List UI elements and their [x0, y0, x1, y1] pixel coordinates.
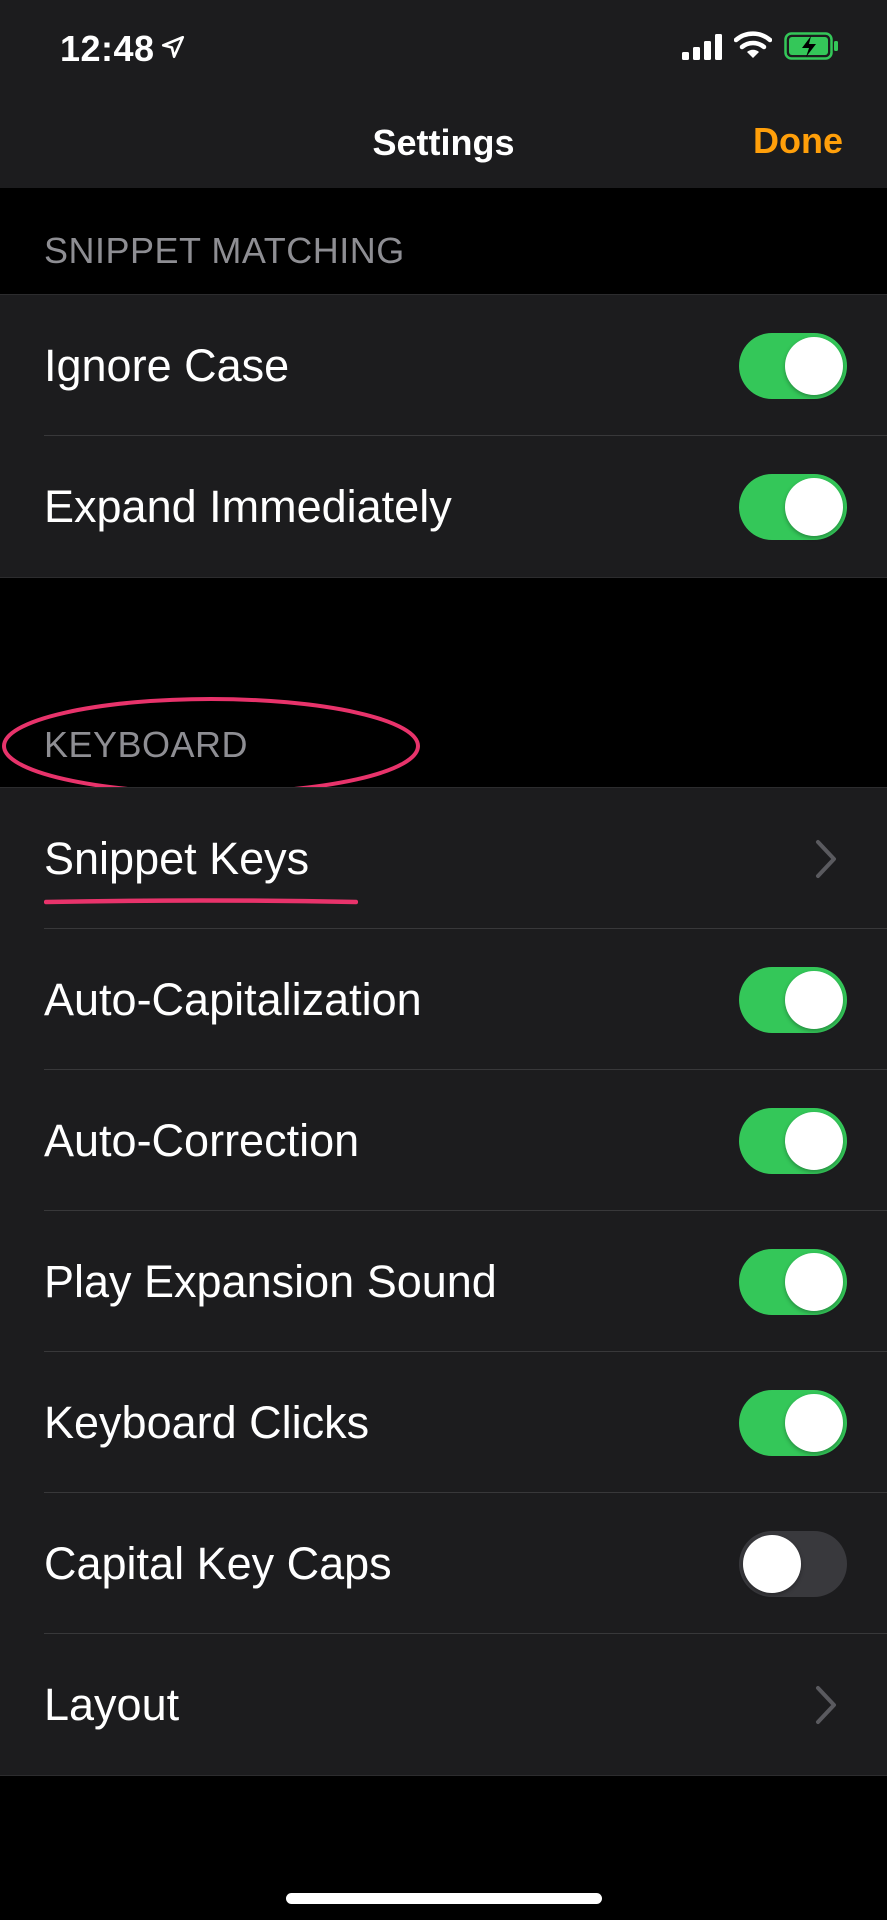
cellular-signal-icon — [682, 34, 722, 60]
toggle-knob — [785, 1111, 843, 1170]
annotation-underline — [44, 898, 358, 905]
capital-key-caps-toggle[interactable] — [739, 1530, 847, 1597]
play-expansion-sound-toggle[interactable] — [739, 1248, 847, 1315]
toggle-knob — [785, 336, 843, 395]
expand-immediately-toggle[interactable] — [739, 473, 847, 540]
home-indicator[interactable] — [286, 1893, 602, 1904]
setting-row-expand-immediately[interactable]: Expand Immediately — [0, 436, 887, 577]
toggle-knob — [785, 970, 843, 1029]
setting-label: Snippet Keys — [44, 832, 310, 884]
navigation-bar: Settings Done — [0, 92, 887, 188]
setting-label: Capital Key Caps — [44, 1537, 392, 1589]
battery-charging-icon — [784, 32, 838, 60]
setting-label: Auto-Capitalization — [44, 973, 422, 1025]
settings-screen: 12:48 Settings Done SNIPPET MATCHING Ign… — [0, 0, 887, 1920]
auto-correction-toggle[interactable] — [739, 1107, 847, 1174]
setting-row-play-expansion-sound[interactable]: Play Expansion Sound — [0, 1211, 887, 1352]
wifi-icon — [734, 31, 772, 58]
setting-row-snippet-keys[interactable]: Snippet Keys — [0, 788, 887, 929]
setting-row-keyboard-clicks[interactable]: Keyboard Clicks — [0, 1352, 887, 1493]
setting-row-ignore-case[interactable]: Ignore Case — [0, 295, 887, 436]
chevron-right-icon — [816, 1685, 836, 1724]
setting-label: Layout — [44, 1678, 180, 1730]
setting-row-capital-key-caps[interactable]: Capital Key Caps — [0, 1493, 887, 1634]
setting-label: Ignore Case — [44, 339, 290, 391]
location-arrow-icon — [161, 35, 185, 59]
setting-label: Expand Immediately — [44, 480, 452, 532]
auto-capitalization-toggle[interactable] — [739, 966, 847, 1033]
status-time: 12:48 — [60, 28, 155, 69]
chevron-right-icon — [816, 839, 836, 878]
status-bar: 12:48 — [0, 0, 887, 92]
keyboard-clicks-toggle[interactable] — [739, 1389, 847, 1456]
toggle-knob — [743, 1534, 801, 1593]
annotation-circle — [2, 697, 420, 795]
setting-row-auto-correction[interactable]: Auto-Correction — [0, 1070, 887, 1211]
toggle-knob — [785, 477, 843, 536]
toggle-knob — [785, 1393, 843, 1452]
toggle-knob — [785, 1252, 843, 1311]
setting-row-layout[interactable]: Layout — [0, 1634, 887, 1775]
setting-label: Play Expansion Sound — [44, 1255, 497, 1307]
keyboard-group: Snippet Keys Auto-Capitalization Auto-Co… — [0, 787, 887, 1776]
snippet-matching-group: Ignore Case Expand Immediately — [0, 294, 887, 578]
done-button[interactable]: Done — [753, 120, 843, 162]
setting-label: Auto-Correction — [44, 1114, 360, 1166]
setting-label: Keyboard Clicks — [44, 1396, 370, 1448]
section-header-snippet-matching: SNIPPET MATCHING — [44, 230, 405, 271]
ignore-case-toggle[interactable] — [739, 332, 847, 399]
setting-row-auto-capitalization[interactable]: Auto-Capitalization — [0, 929, 887, 1070]
